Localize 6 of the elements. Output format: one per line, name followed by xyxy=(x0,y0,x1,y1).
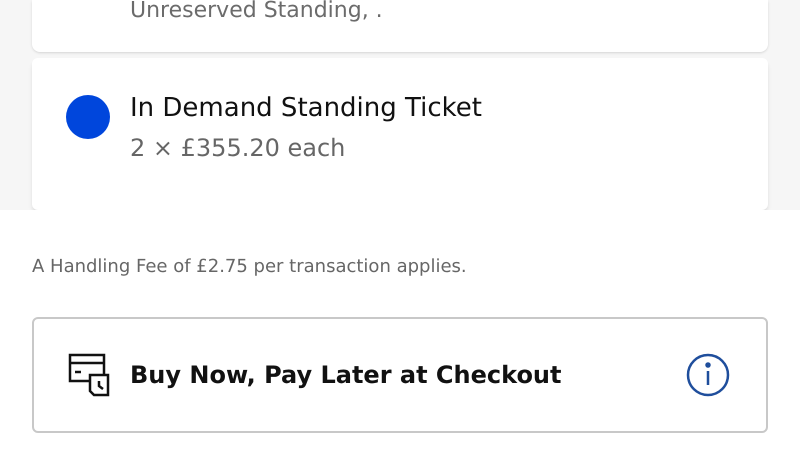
pay-later-button[interactable]: Buy Now, Pay Later at Checkout xyxy=(32,317,768,433)
ticket-price: 2 × £355.20 each xyxy=(130,133,346,164)
ticket-description: Unreserved Standing, . xyxy=(130,0,383,22)
info-icon[interactable] xyxy=(686,353,730,397)
fee-notice: A Handling Fee of £2.75 per transaction applies. xyxy=(32,255,468,279)
ticket-name: In Demand Standing Ticket xyxy=(130,92,482,125)
